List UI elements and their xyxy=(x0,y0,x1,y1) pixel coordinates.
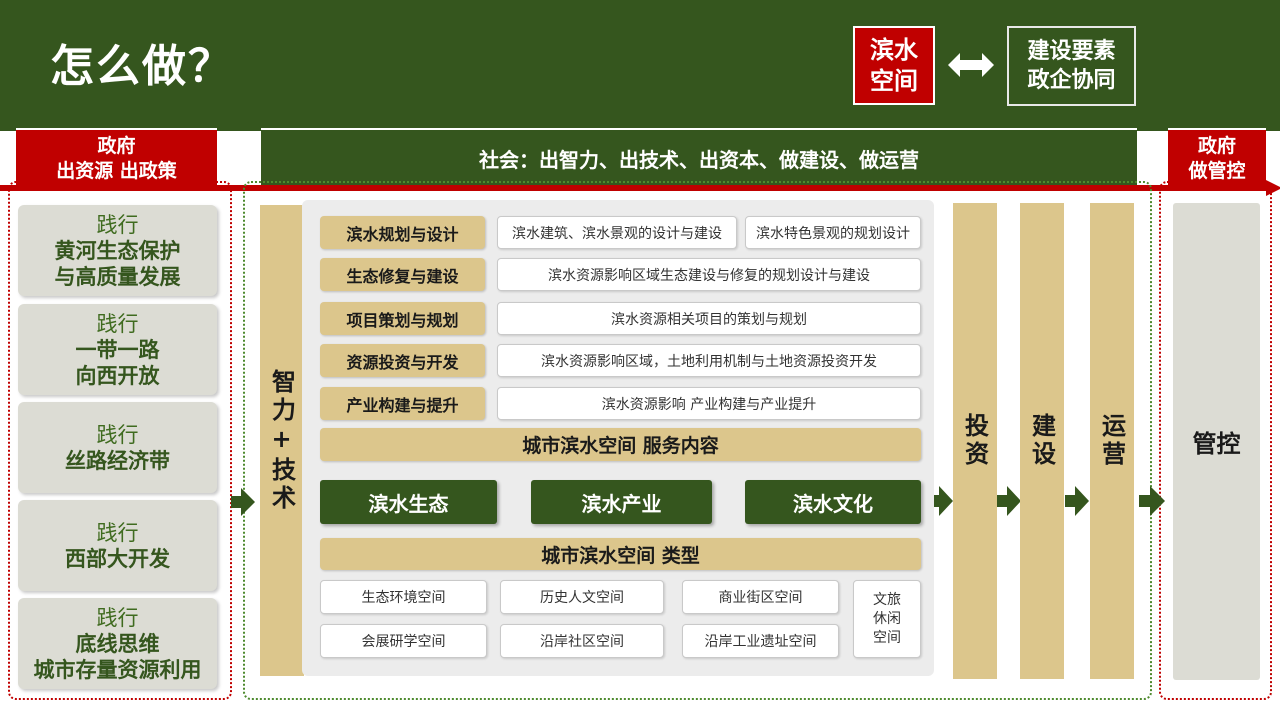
practice-line: 底线思维 xyxy=(75,631,160,656)
wisdom-tech-column: 智力+技术 xyxy=(260,205,304,676)
stage-investment: 投资 xyxy=(953,203,997,679)
stage-label: 运营 xyxy=(1097,413,1126,469)
practice-box-western-dev: 践行 西部大开发 xyxy=(18,500,217,591)
government-right-line-1: 政府 xyxy=(1197,134,1236,157)
type-extra-line: 文旅 xyxy=(873,591,901,608)
type-item: 商业街区空间 xyxy=(682,580,839,614)
practice-line: 向西开放 xyxy=(75,363,160,388)
type-extra-line: 空间 xyxy=(873,629,901,646)
pillar-industry: 滨水产业 xyxy=(531,480,712,524)
practice-line: 城市存量资源利用 xyxy=(33,657,202,682)
government-left-label: 政府 出资源 出政策 xyxy=(16,128,217,187)
service-label: 资源投资与开发 xyxy=(320,344,485,377)
practice-line: 黄河生态保护 xyxy=(54,238,181,263)
practice-line: 一带一路 xyxy=(75,337,160,362)
service-item: 滨水特色景观的规划设计 xyxy=(745,216,921,249)
control-label: 管控 xyxy=(1192,430,1241,458)
wisdom-tech-text: 智力+技术 xyxy=(267,368,296,513)
waterfront-space-line-1: 滨水 xyxy=(870,35,918,64)
waterfront-space-line-2: 空间 xyxy=(870,66,918,95)
stage-label: 建设 xyxy=(1027,413,1056,469)
practice-prefix: 践行 xyxy=(96,422,139,447)
service-item: 滨水资源影响 产业构建与产业提升 xyxy=(497,387,921,420)
practice-prefix: 践行 xyxy=(96,520,139,545)
practice-box-silk-road: 践行 丝路经济带 xyxy=(18,402,217,493)
green-arrow-icon xyxy=(1139,485,1165,517)
practice-prefix: 践行 xyxy=(96,605,139,630)
practice-prefix: 践行 xyxy=(96,311,139,336)
practice-line: 与高质量发展 xyxy=(54,264,181,289)
coop-label: 建设要素 政企协同 xyxy=(1007,26,1136,106)
service-item: 滨水建筑、滨水景观的设计与建设 xyxy=(497,216,737,249)
green-arrow-icon xyxy=(231,487,255,517)
practice-line: 丝路经济带 xyxy=(65,448,170,473)
government-right-line-2: 做管控 xyxy=(1188,159,1246,182)
government-left-line-1: 政府 xyxy=(97,134,136,157)
type-item-tourism: 文旅 休闲 空间 xyxy=(853,580,921,658)
practice-box-bottom-line: 践行 底线思维 城市存量资源利用 xyxy=(18,598,217,689)
service-label: 项目策划与规划 xyxy=(320,302,485,335)
type-item: 会展研学空间 xyxy=(320,624,487,658)
service-item: 滨水资源影响区域，土地利用机制与土地资源投资开发 xyxy=(497,344,921,377)
coop-line-1: 建设要素 xyxy=(1027,39,1116,64)
page-title: 怎么做？ xyxy=(50,41,234,92)
service-label: 生态修复与建设 xyxy=(320,258,485,291)
coop-line-2: 政企协同 xyxy=(1027,68,1116,93)
type-extra-line: 休闲 xyxy=(873,610,901,627)
stage-label: 投资 xyxy=(960,413,989,469)
service-title: 城市滨水空间 服务内容 xyxy=(320,428,921,461)
government-left-line-2: 出资源 出政策 xyxy=(56,159,177,182)
service-label: 滨水规划与设计 xyxy=(320,216,485,249)
service-label: 产业构建与提升 xyxy=(320,387,485,420)
stage-construction: 建设 xyxy=(1020,203,1064,679)
type-title: 城市滨水空间 类型 xyxy=(320,538,921,570)
control-column: 管控 xyxy=(1173,203,1260,680)
green-arrow-icon xyxy=(1065,485,1089,517)
type-item: 沿岸工业遗址空间 xyxy=(682,624,839,658)
service-item: 滨水资源相关项目的策划与规划 xyxy=(497,302,921,335)
society-banner: 社会：出智力、出技术、出资本、做建设、做运营 xyxy=(261,128,1137,187)
government-right-label: 政府 做管控 xyxy=(1168,128,1266,187)
green-arrow-icon xyxy=(997,485,1021,517)
practice-line: 西部大开发 xyxy=(65,546,170,571)
waterfront-space-label: 滨水 空间 xyxy=(853,26,935,105)
stage-operation: 运营 xyxy=(1090,203,1134,679)
double-arrow-icon xyxy=(946,48,996,82)
type-item: 生态环境空间 xyxy=(320,580,487,614)
practice-box-yellow-river: 践行 黄河生态保护 与高质量发展 xyxy=(18,205,217,296)
pillar-ecology: 滨水生态 xyxy=(320,480,497,524)
practice-box-belt-road: 践行 一带一路 向西开放 xyxy=(18,304,217,395)
pillar-culture: 滨水文化 xyxy=(745,480,921,524)
service-item: 滨水资源影响区域生态建设与修复的规划设计与建设 xyxy=(497,258,921,291)
type-item: 沿岸社区空间 xyxy=(500,624,664,658)
practice-prefix: 践行 xyxy=(96,212,139,237)
type-item: 历史人文空间 xyxy=(500,580,664,614)
